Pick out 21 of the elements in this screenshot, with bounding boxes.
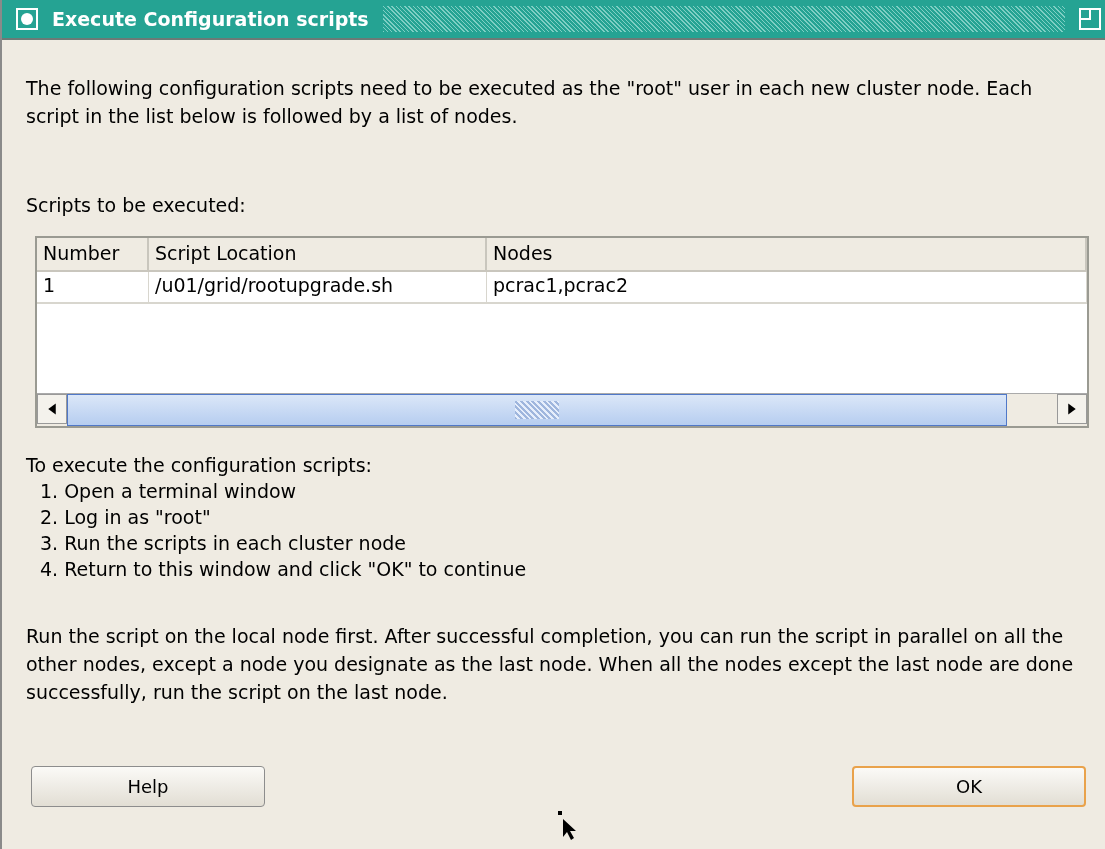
maximize-icon[interactable]: [1079, 8, 1101, 30]
intro-text: The following configuration scripts need to be executed as the "root" user in each new cluster node. Each script in the list below is followed by a list of nodes.: [26, 76, 1034, 129]
help-button[interactable]: Help: [31, 766, 265, 807]
step-text: 3. Run the scripts in each cluster node: [39, 531, 408, 556]
scripts-label: Scripts to be executed:: [26, 193, 247, 218]
table-cell: 1: [37, 272, 149, 302]
step-text: 1. Open a terminal window: [39, 479, 298, 504]
column-header[interactable]: Script Location: [149, 238, 487, 270]
column-header[interactable]: Nodes: [487, 238, 1087, 270]
note-text: Run the script on the local node first. After successful completion, you can run the script in parallel on all the other nodes, except a node you designate as the last node. When all the nodes except the last node are done successfully, run the script on the last node.: [26, 624, 1075, 705]
window-menu-icon[interactable]: [16, 8, 38, 30]
step-text: 2. Log in as "root": [39, 505, 212, 530]
steps-heading: To execute the configuration scripts:: [26, 453, 373, 478]
ok-button[interactable]: OK: [852, 766, 1086, 807]
column-header[interactable]: Number: [37, 238, 149, 270]
table-cell: /u01/grid/rootupgrade.sh: [149, 272, 487, 302]
step-text: 4. Return to this window and click "OK" to continue: [39, 557, 528, 582]
scroll-right-icon[interactable]: [1057, 394, 1087, 424]
scroll-left-icon[interactable]: [37, 394, 67, 424]
table-cell: pcrac1,pcrac2: [487, 272, 1087, 302]
window-title: Execute Configuration scripts: [52, 8, 369, 30]
